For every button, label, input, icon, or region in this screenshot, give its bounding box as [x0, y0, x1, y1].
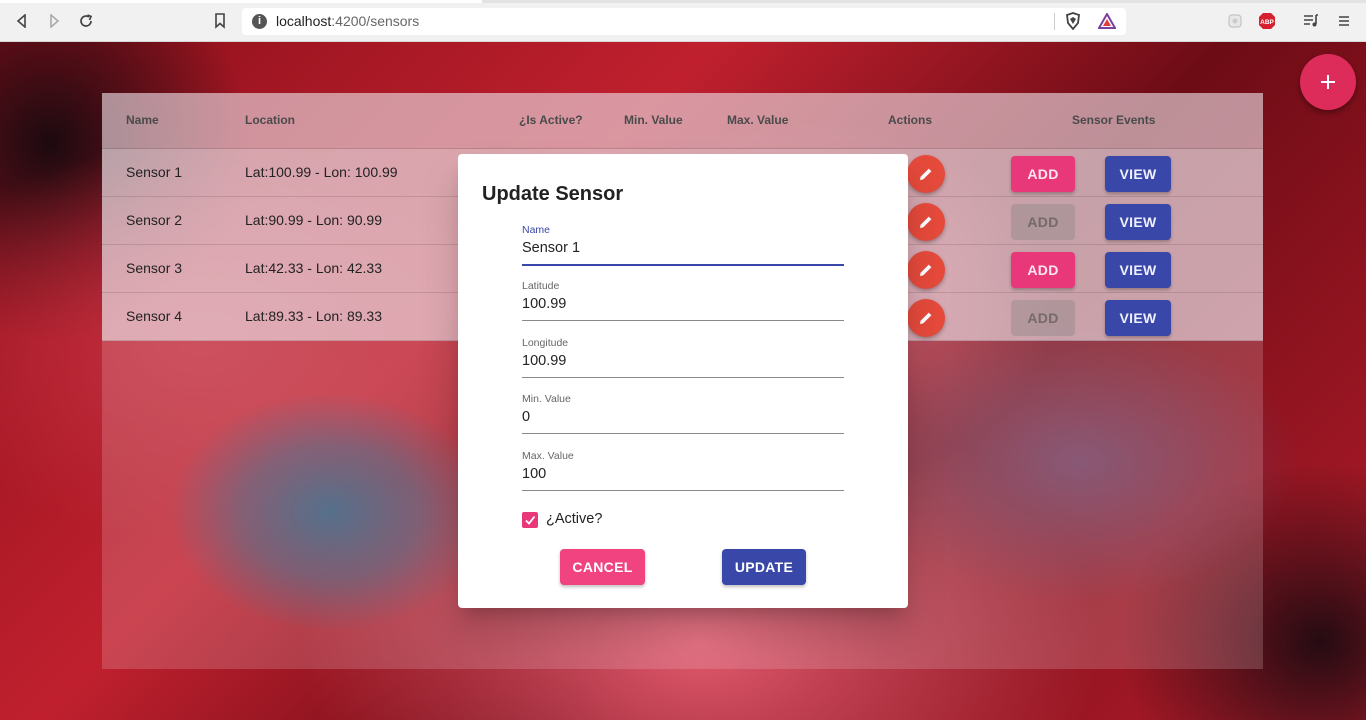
min-value-underline — [522, 433, 844, 434]
info-icon[interactable]: i — [252, 14, 267, 29]
url-text[interactable]: localhost:4200/sensors — [276, 13, 419, 29]
max-value-underline — [522, 490, 844, 491]
min-value-label: Min. Value — [522, 393, 571, 405]
update-button[interactable]: UPDATE — [722, 549, 806, 585]
adblock-plus-icon[interactable]: ABP — [1258, 12, 1276, 30]
brave-rewards-icon[interactable] — [1098, 12, 1116, 30]
reload-icon[interactable] — [76, 11, 96, 31]
tab-active[interactable] — [0, 0, 482, 3]
browser-toolbar: i localhost:4200/sensors ABP — [0, 0, 1366, 42]
cancel-button[interactable]: CANCEL — [560, 549, 645, 585]
brave-shield-icon[interactable] — [1064, 12, 1082, 30]
latitude-underline — [522, 320, 844, 321]
latitude-input[interactable] — [522, 296, 844, 312]
longitude-field[interactable]: Longitude — [522, 337, 844, 385]
media-queue-icon[interactable] — [1302, 12, 1320, 30]
update-sensor-dialog: Update Sensor Name Latitude Longitude Mi… — [458, 154, 908, 608]
dialog-title: Update Sensor — [482, 183, 624, 205]
max-value-label: Max. Value — [522, 450, 574, 462]
min-value-field[interactable]: Min. Value — [522, 393, 844, 441]
name-field[interactable]: Name — [522, 224, 844, 272]
longitude-label: Longitude — [522, 337, 569, 349]
bookmark-icon[interactable] — [210, 11, 230, 31]
address-bar[interactable]: i localhost:4200/sensors — [242, 8, 1126, 35]
menu-icon[interactable] — [1335, 12, 1353, 30]
forward-icon[interactable] — [44, 11, 64, 31]
extension-icon[interactable] — [1226, 12, 1244, 30]
max-value-input[interactable] — [522, 466, 844, 482]
tab-strip — [0, 0, 1366, 3]
active-label[interactable]: ¿Active? — [546, 511, 602, 527]
max-value-field[interactable]: Max. Value — [522, 450, 844, 498]
name-input[interactable] — [522, 240, 844, 256]
active-checkbox[interactable] — [522, 512, 538, 528]
back-icon[interactable] — [12, 11, 32, 31]
name-underline — [522, 264, 844, 266]
check-icon — [525, 515, 536, 525]
latitude-field[interactable]: Latitude — [522, 280, 844, 328]
address-bar-divider — [1054, 13, 1055, 30]
min-value-input[interactable] — [522, 409, 844, 425]
latitude-label: Latitude — [522, 280, 560, 292]
url-host: localhost — [276, 13, 332, 29]
longitude-underline — [522, 377, 844, 378]
url-path: :4200/sensors — [331, 13, 420, 29]
svg-text:ABP: ABP — [1260, 19, 1274, 26]
longitude-input[interactable] — [522, 353, 844, 369]
name-label: Name — [522, 224, 551, 236]
